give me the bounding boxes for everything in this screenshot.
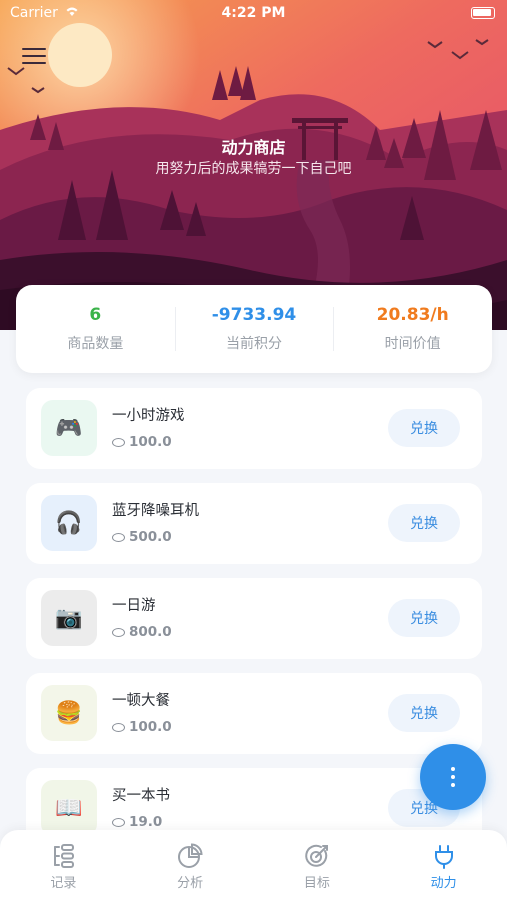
stat-label: 当前积分	[226, 336, 282, 352]
book-icon: 📖	[41, 780, 97, 836]
hamburger-line	[22, 62, 46, 64]
stat-time-value: 20.83/h 时间价值	[333, 285, 492, 373]
item-name: 一小时游戏	[112, 408, 185, 424]
stat-current-points: -9733.94 当前积分	[174, 285, 334, 373]
tab-label: 动力	[430, 876, 457, 891]
stats-card: 6 商品数量 -9733.94 当前积分 20.83/h 时间价值	[16, 285, 492, 373]
bottom-tab-bar: 记录 分析 目标 动力	[0, 830, 507, 900]
pie-chart-icon	[178, 843, 203, 868]
reward-list: 🎮 一小时游戏 100.0 兑换 🎧 蓝牙降噪耳机 500.0 兑换 📷 一日游…	[26, 388, 482, 863]
record-icon	[54, 844, 75, 868]
tab-label: 记录	[50, 876, 77, 891]
stat-label: 时间价值	[384, 336, 441, 352]
list-item: 📷 一日游 800.0 兑换	[26, 578, 482, 659]
redeem-button[interactable]: 兑换	[388, 409, 460, 447]
item-price: 500.0	[112, 529, 172, 545]
price-value: 100.0	[129, 434, 172, 450]
plug-icon	[434, 845, 453, 869]
coin-icon	[112, 627, 125, 637]
price-value: 100.0	[129, 719, 172, 735]
coin-icon	[112, 532, 125, 542]
price-value: 800.0	[129, 624, 172, 640]
hamburger-icon	[22, 48, 46, 50]
item-name: 一日游	[112, 598, 156, 614]
redeem-button[interactable]: 兑换	[388, 694, 460, 732]
list-item: 🎧 蓝牙降噪耳机 500.0 兑换	[26, 483, 482, 564]
more-actions-button[interactable]	[420, 744, 486, 810]
more-vertical-icon	[451, 767, 455, 787]
item-name: 蓝牙降噪耳机	[112, 503, 199, 519]
status-bar: Carrier 4:22 PM	[0, 0, 507, 26]
item-name: 买一本书	[112, 788, 170, 804]
item-price: 100.0	[112, 719, 172, 735]
status-time: 4:22 PM	[221, 5, 286, 21]
redeem-button[interactable]: 兑换	[388, 599, 460, 637]
stat-item-count: 6 商品数量	[16, 285, 175, 373]
list-item: 🎮 一小时游戏 100.0 兑换	[26, 388, 482, 469]
price-value: 500.0	[129, 529, 172, 545]
headphones-icon: 🎧	[41, 495, 97, 551]
stat-value: 6	[89, 305, 102, 325]
page-title: 动力商店	[221, 138, 286, 157]
battery-icon	[471, 7, 495, 19]
coin-icon	[112, 437, 125, 447]
target-icon	[305, 844, 328, 867]
game-controller-icon: 🎮	[41, 400, 97, 456]
hamburger-line	[22, 55, 46, 57]
stat-value: -9733.94	[211, 305, 297, 325]
item-name: 一顿大餐	[112, 693, 170, 709]
tab-label: 分析	[177, 876, 204, 891]
item-price: 800.0	[112, 624, 172, 640]
tab-motivation[interactable]: 动力	[380, 830, 507, 900]
coin-icon	[112, 817, 125, 827]
item-price: 19.0	[112, 814, 162, 830]
coin-icon	[112, 722, 125, 732]
burger-icon: 🍔	[41, 685, 97, 741]
tab-analysis[interactable]: 分析	[127, 830, 254, 900]
price-value: 19.0	[129, 814, 163, 830]
page-subtitle: 用努力后的成果犒劳一下自己吧	[155, 161, 352, 177]
menu-button[interactable]	[22, 48, 46, 68]
tab-goal[interactable]: 目标	[254, 830, 381, 900]
stat-label: 商品数量	[67, 336, 124, 352]
list-item: 🍔 一顿大餐 100.0 兑换	[26, 673, 482, 754]
stat-value: 20.83/h	[376, 305, 449, 325]
tab-record[interactable]: 记录	[0, 830, 127, 900]
tab-label: 目标	[303, 876, 330, 891]
camera-icon: 📷	[41, 590, 97, 646]
item-price: 100.0	[112, 434, 172, 450]
redeem-button[interactable]: 兑换	[388, 504, 460, 542]
